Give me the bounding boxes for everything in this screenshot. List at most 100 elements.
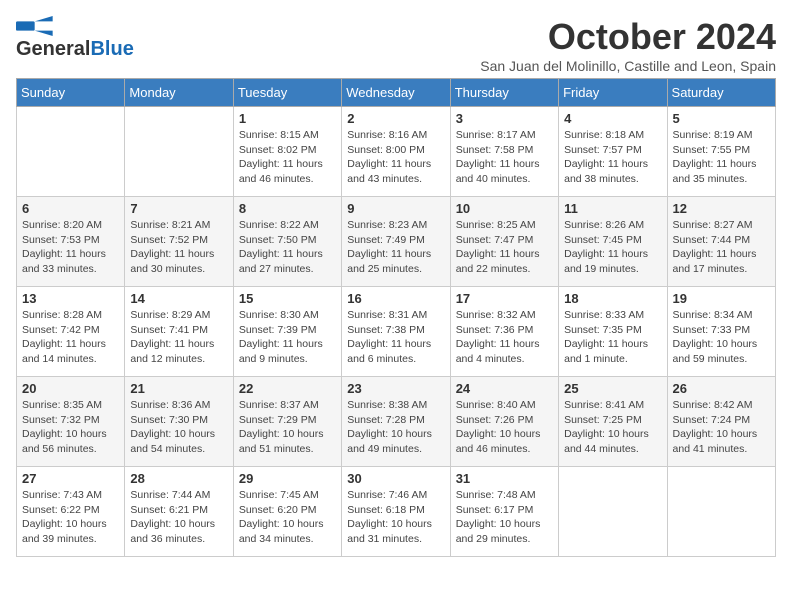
day-of-week-header: Friday [559,79,667,107]
logo-blue: Blue [90,38,133,61]
calendar-cell: 21 Sunrise: 8:36 AM Sunset: 7:30 PM Dayli… [125,377,233,467]
calendar-cell: 6 Sunrise: 8:20 AM Sunset: 7:53 PM Daylig… [17,197,125,287]
calendar-cell: 8Sunrise: 8:22 AM Sunset: 7:50 PM Daylig… [233,197,341,287]
logo: GeneralBlue [16,16,134,61]
day-info: Sunrise: 8:41 AM Sunset: 7:25 PM Dayligh… [564,398,661,457]
calendar-cell: 27 Sunrise: 7:43 AM Sunset: 6:22 PM Dayli… [17,467,125,557]
day-number: 3 [456,111,553,126]
day-info: Sunrise: 8:38 AM Sunset: 7:28 PM Dayligh… [347,398,444,457]
calendar-cell: 14 Sunrise: 8:29 AM Sunset: 7:41 PM Dayli… [125,287,233,377]
day-of-week-header: Tuesday [233,79,341,107]
day-of-week-header: Wednesday [342,79,450,107]
day-info: Sunrise: 8:19 AM Sunset: 7:55 PM Dayligh… [673,128,770,187]
day-info: Sunrise: 8:32 AM Sunset: 7:36 PM Dayligh… [456,308,553,367]
calendar-cell: 2 Sunrise: 8:16 AM Sunset: 8:00 PM Daylig… [342,107,450,197]
page-header: GeneralBlue October 2024 San Juan del Mo… [16,16,776,74]
day-number: 27 [22,471,119,486]
day-number: 31 [456,471,553,486]
day-info: Sunrise: 8:17 AM Sunset: 7:58 PM Dayligh… [456,128,553,187]
day-of-week-header: Saturday [667,79,775,107]
calendar-cell: 13 Sunrise: 8:28 AM Sunset: 7:42 PM Dayli… [17,287,125,377]
day-number: 10 [456,201,553,216]
day-info: Sunrise: 8:28 AM Sunset: 7:42 PM Dayligh… [22,308,119,367]
day-info: Sunrise: 8:36 AM Sunset: 7:30 PM Dayligh… [130,398,227,457]
calendar-cell: 11 Sunrise: 8:26 AM Sunset: 7:45 PM Dayli… [559,197,667,287]
day-info: Sunrise: 8:16 AM Sunset: 8:00 PM Dayligh… [347,128,444,187]
day-number: 24 [456,381,553,396]
day-info: Sunrise: 8:15 AM Sunset: 8:02 PM Dayligh… [239,128,336,187]
logo-general: General [16,38,90,61]
day-number: 18 [564,291,661,306]
day-info: Sunrise: 8:31 AM Sunset: 7:38 PM Dayligh… [347,308,444,367]
day-number: 25 [564,381,661,396]
day-number: 26 [673,381,770,396]
calendar-cell: 22 Sunrise: 8:37 AM Sunset: 7:29 PM Dayli… [233,377,341,467]
day-number: 11 [564,201,661,216]
day-of-week-header: Monday [125,79,233,107]
calendar-cell: 9Sunrise: 8:23 AM Sunset: 7:49 PM Daylig… [342,197,450,287]
day-info: Sunrise: 8:37 AM Sunset: 7:29 PM Dayligh… [239,398,336,457]
calendar-cell: 12 Sunrise: 8:27 AM Sunset: 7:44 PM Dayli… [667,197,775,287]
day-info: Sunrise: 8:26 AM Sunset: 7:45 PM Dayligh… [564,218,661,277]
day-info: Sunrise: 8:23 AM Sunset: 7:49 PM Dayligh… [347,218,444,277]
day-number: 16 [347,291,444,306]
day-info: Sunrise: 8:42 AM Sunset: 7:24 PM Dayligh… [673,398,770,457]
day-number: 14 [130,291,227,306]
calendar-cell [125,107,233,197]
calendar-cell: 29 Sunrise: 7:45 AM Sunset: 6:20 PM Dayli… [233,467,341,557]
calendar-cell: 16 Sunrise: 8:31 AM Sunset: 7:38 PM Dayli… [342,287,450,377]
calendar-cell: 20Sunrise: 8:35 AM Sunset: 7:32 PM Dayli… [17,377,125,467]
day-number: 12 [673,201,770,216]
calendar-cell: 19 Sunrise: 8:34 AM Sunset: 7:33 PM Dayli… [667,287,775,377]
calendar-cell: 30 Sunrise: 7:46 AM Sunset: 6:18 PM Dayli… [342,467,450,557]
calendar-cell: 18 Sunrise: 8:33 AM Sunset: 7:35 PM Dayli… [559,287,667,377]
day-info: Sunrise: 8:22 AM Sunset: 7:50 PM Dayligh… [239,218,336,277]
day-number: 22 [239,381,336,396]
day-number: 30 [347,471,444,486]
day-number: 4 [564,111,661,126]
calendar-cell: 24Sunrise: 8:40 AM Sunset: 7:26 PM Dayli… [450,377,558,467]
day-number: 19 [673,291,770,306]
calendar-cell: 31Sunrise: 7:48 AM Sunset: 6:17 PM Dayli… [450,467,558,557]
calendar-cell: 4 Sunrise: 8:18 AM Sunset: 7:57 PM Daylig… [559,107,667,197]
day-of-week-header: Sunday [17,79,125,107]
day-number: 21 [130,381,227,396]
day-number: 15 [239,291,336,306]
day-number: 5 [673,111,770,126]
calendar-cell: 17 Sunrise: 8:32 AM Sunset: 7:36 PM Dayli… [450,287,558,377]
day-number: 7 [130,201,227,216]
day-info: Sunrise: 8:18 AM Sunset: 7:57 PM Dayligh… [564,128,661,187]
day-number: 2 [347,111,444,126]
day-number: 23 [347,381,444,396]
calendar-cell: 28 Sunrise: 7:44 AM Sunset: 6:21 PM Dayli… [125,467,233,557]
calendar-cell: 25 Sunrise: 8:41 AM Sunset: 7:25 PM Dayli… [559,377,667,467]
day-number: 17 [456,291,553,306]
day-number: 29 [239,471,336,486]
day-number: 13 [22,291,119,306]
location-subtitle: San Juan del Molinillo, Castille and Leo… [480,58,776,74]
day-info: Sunrise: 7:43 AM Sunset: 6:22 PM Dayligh… [22,488,119,547]
day-info: Sunrise: 7:45 AM Sunset: 6:20 PM Dayligh… [239,488,336,547]
calendar-cell: 10 Sunrise: 8:25 AM Sunset: 7:47 PM Dayli… [450,197,558,287]
calendar-cell [559,467,667,557]
day-number: 1 [239,111,336,126]
day-info: Sunrise: 8:33 AM Sunset: 7:35 PM Dayligh… [564,308,661,367]
calendar-cell [17,107,125,197]
day-info: Sunrise: 8:20 AM Sunset: 7:53 PM Dayligh… [22,218,119,277]
title-block: October 2024 San Juan del Molinillo, Cas… [480,16,776,74]
calendar-cell: 23 Sunrise: 8:38 AM Sunset: 7:28 PM Dayli… [342,377,450,467]
calendar-cell: 15 Sunrise: 8:30 AM Sunset: 7:39 PM Dayli… [233,287,341,377]
day-info: Sunrise: 8:29 AM Sunset: 7:41 PM Dayligh… [130,308,227,367]
day-number: 28 [130,471,227,486]
day-info: Sunrise: 8:21 AM Sunset: 7:52 PM Dayligh… [130,218,227,277]
day-info: Sunrise: 8:30 AM Sunset: 7:39 PM Dayligh… [239,308,336,367]
month-title: October 2024 [480,16,776,58]
day-info: Sunrise: 8:34 AM Sunset: 7:33 PM Dayligh… [673,308,770,367]
calendar-cell: 3 Sunrise: 8:17 AM Sunset: 7:58 PM Daylig… [450,107,558,197]
day-info: Sunrise: 8:25 AM Sunset: 7:47 PM Dayligh… [456,218,553,277]
day-number: 6 [22,201,119,216]
calendar-cell [667,467,775,557]
day-info: Sunrise: 7:44 AM Sunset: 6:21 PM Dayligh… [130,488,227,547]
day-info: Sunrise: 8:27 AM Sunset: 7:44 PM Dayligh… [673,218,770,277]
day-info: Sunrise: 7:46 AM Sunset: 6:18 PM Dayligh… [347,488,444,547]
